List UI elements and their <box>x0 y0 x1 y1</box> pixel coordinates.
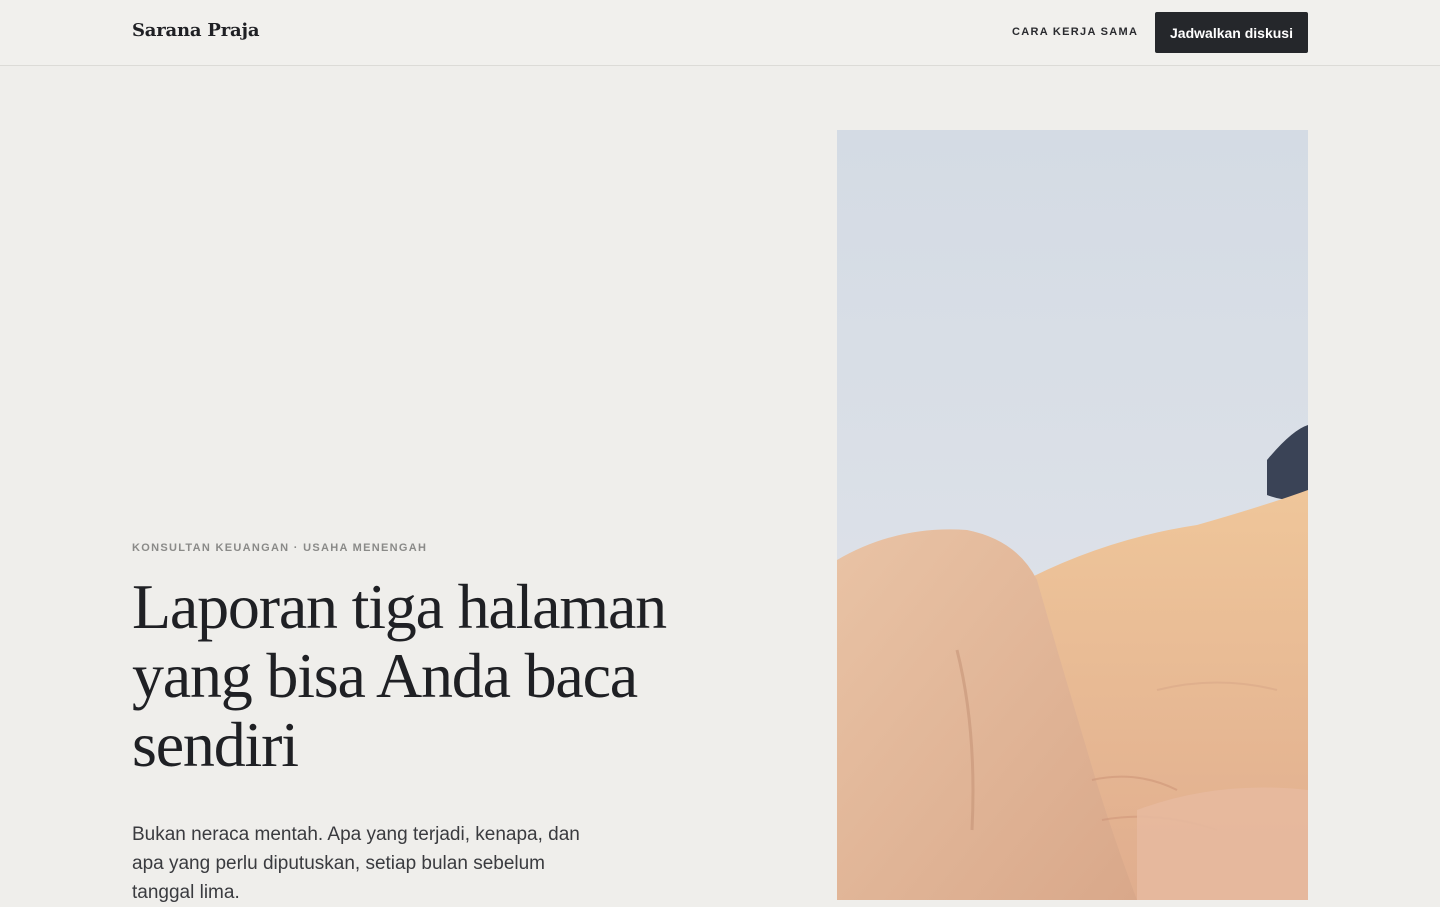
nav-link-cara-kerja-sama[interactable]: CARA KERJA SAMA <box>1012 26 1138 38</box>
handshake-photo <box>837 130 1308 900</box>
hero-image <box>837 130 1308 900</box>
hero-title: Laporan tiga halaman yang bisa Anda baca… <box>132 571 667 780</box>
hero-lead: Bukan neraca mentah. Apa yang terjadi, k… <box>132 824 580 903</box>
site-header: Sarana Praja CARA KERJA SAMA Jadwalkan d… <box>0 0 1440 66</box>
brand-logo[interactable]: Sarana Praja <box>132 20 259 41</box>
hero-eyebrow: KONSULTAN KEUANGAN · USAHA MENENGAH <box>132 542 428 554</box>
schedule-discussion-button[interactable]: Jadwalkan diskusi <box>1155 12 1308 53</box>
